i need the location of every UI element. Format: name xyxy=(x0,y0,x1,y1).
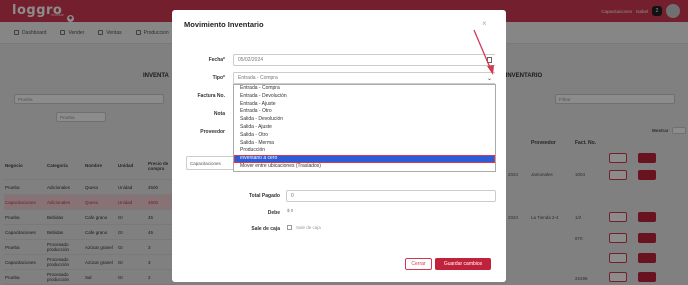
salecaja-checkbox[interactable] xyxy=(287,225,292,230)
close-icon[interactable]: × xyxy=(482,19,487,28)
dropdown-option[interactable]: Salida - Merma xyxy=(234,140,495,148)
dropdown-option[interactable]: Salida - Ajuste xyxy=(234,124,495,132)
salecaja-label: Sale de caja xyxy=(251,226,280,232)
total-input[interactable]: 0 xyxy=(286,190,496,202)
dropdown-option[interactable]: Salida - Otro xyxy=(234,132,495,140)
dropdown-option[interactable]: Entrada - Ajuste xyxy=(234,101,495,109)
debe-value: $ 0 xyxy=(287,208,294,213)
proveedor-label: Proveedor xyxy=(200,129,225,135)
nota-label: Nota xyxy=(213,111,225,117)
dropdown-option[interactable]: Salida - Devolución xyxy=(234,116,495,124)
debe-label: Debe xyxy=(267,210,280,216)
dropdown-option[interactable]: Inventario a cero xyxy=(234,155,495,163)
total-label: Total Pagado xyxy=(248,193,280,199)
dropdown-option[interactable]: Mover entre ubicaciones (Traslados) xyxy=(234,163,495,171)
business-field[interactable]: Capacitaciones xyxy=(186,156,236,170)
total-value: 0 xyxy=(291,193,294,199)
dropdown-option[interactable]: Entrada - Devolución xyxy=(234,93,495,101)
annotation-highlight-box xyxy=(190,52,496,86)
salecaja-checkbox-label: Sale de caja xyxy=(296,225,321,230)
factura-label: Factura No. xyxy=(197,93,225,99)
dropdown-option[interactable]: Producción xyxy=(234,147,495,155)
dropdown-option[interactable]: Entrada - Otro xyxy=(234,108,495,116)
dropdown-option[interactable]: Entrada - Compra xyxy=(234,85,495,93)
guardar-button[interactable]: Guardar cambios xyxy=(435,258,491,270)
cerrar-button[interactable]: Cerrar xyxy=(405,258,432,270)
tipo-dropdown-list[interactable]: Entrada - Compra Entrada - Devolución Entr… xyxy=(233,84,496,172)
modal-title: Movimiento Inventario xyxy=(184,20,264,29)
